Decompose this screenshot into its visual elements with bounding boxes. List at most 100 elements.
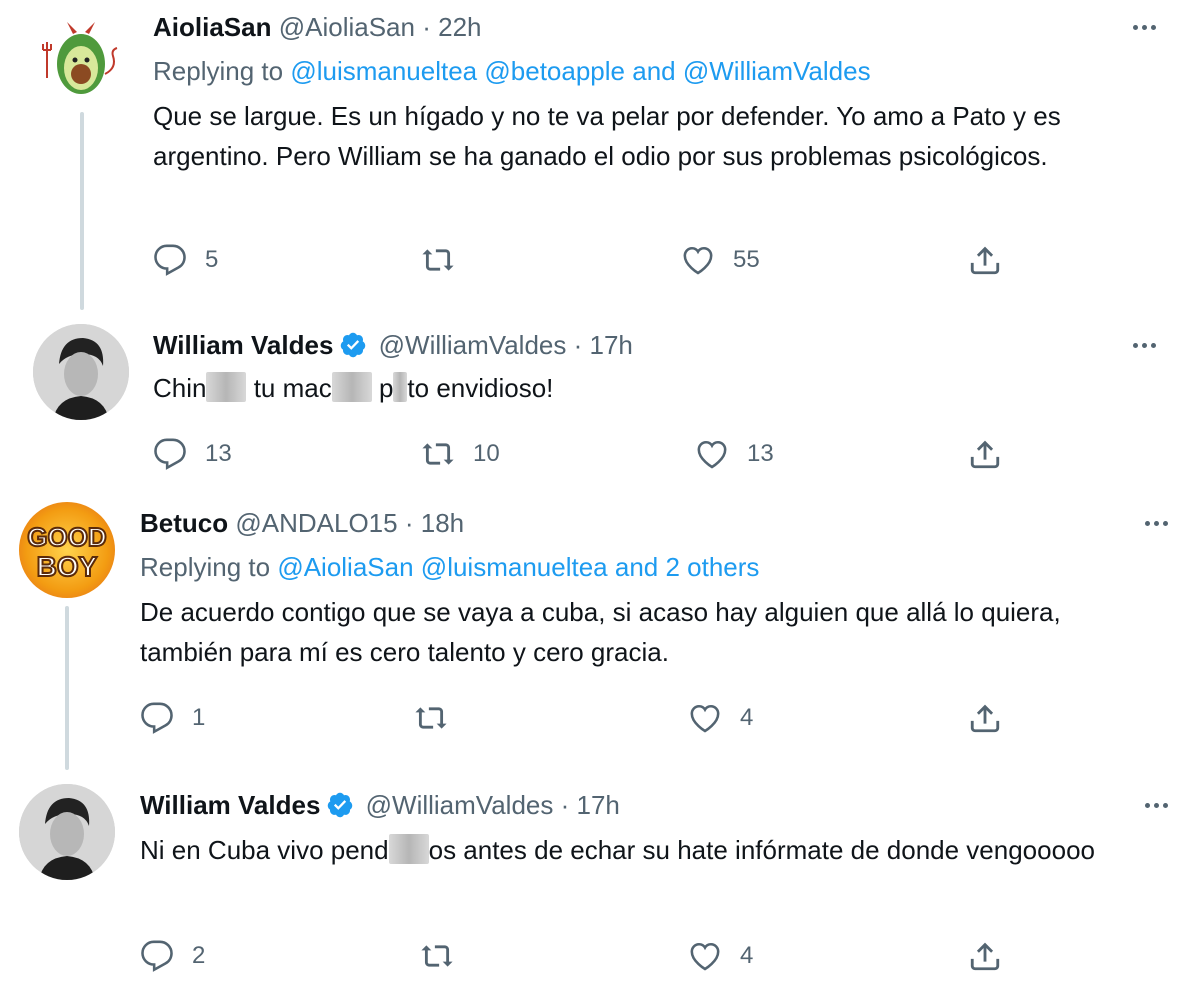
text-segment: to envidioso! xyxy=(407,373,554,403)
tweet-header: AioliaSan @AioliaSan · 22h xyxy=(153,12,482,42)
reply-button[interactable]: 2 xyxy=(140,936,205,976)
handle[interactable]: @WilliamValdes xyxy=(366,790,554,820)
heart-icon xyxy=(690,942,720,971)
profile-photo xyxy=(19,784,115,880)
tweet-header: William Valdes @WilliamValdes · 17h xyxy=(153,330,633,360)
handle[interactable]: @AioliaSan xyxy=(279,12,415,42)
reply-icon xyxy=(141,702,173,734)
more-options-icon[interactable] xyxy=(1136,790,1176,820)
tweet-aioliasan[interactable]: AioliaSan @AioliaSan · 22h Replying to @… xyxy=(0,0,1196,310)
separator-dot: · xyxy=(404,508,414,538)
more-options-icon[interactable] xyxy=(1124,12,1164,42)
retweet-button[interactable] xyxy=(414,698,466,738)
replying-to: Replying to @luismanueltea @betoapple an… xyxy=(153,56,871,86)
share-button[interactable] xyxy=(968,698,1002,738)
timestamp[interactable]: 17h xyxy=(577,790,620,820)
separator-dot: · xyxy=(422,12,431,42)
mention-link[interactable]: @luismanueltea xyxy=(421,552,608,582)
like-count: 13 xyxy=(747,440,774,467)
share-icon xyxy=(970,942,1000,971)
tweet-william-valdes[interactable]: William Valdes @WilliamValdes · 17h Chin… xyxy=(0,310,1196,490)
replying-to-label: Replying to xyxy=(153,56,284,86)
censored-blur xyxy=(393,372,408,402)
retweet-icon xyxy=(422,443,454,465)
text-segment: os antes de echar su hate infórmate de d… xyxy=(428,835,1095,865)
reply-count: 5 xyxy=(205,246,219,273)
display-name[interactable]: Betuco xyxy=(140,508,228,538)
reply-button[interactable]: 13 xyxy=(153,434,232,474)
action-bar: 5 55 xyxy=(153,240,1013,280)
like-count: 4 xyxy=(740,704,754,731)
verified-badge-icon xyxy=(328,792,353,818)
share-button[interactable] xyxy=(968,434,1002,474)
like-count: 4 xyxy=(740,942,754,969)
heart-icon xyxy=(697,440,727,469)
tweet-text: De acuerdo contigo que se vaya a cuba, s… xyxy=(140,597,1061,667)
svg-text:GOOD: GOOD xyxy=(27,522,106,552)
share-button[interactable] xyxy=(968,936,1002,976)
mention-link[interactable]: @AioliaSan xyxy=(277,552,413,582)
and-label: and xyxy=(614,552,659,582)
timestamp[interactable]: 17h xyxy=(590,330,633,360)
retweet-icon xyxy=(415,707,447,729)
avatar[interactable] xyxy=(19,784,115,880)
tweet-header: William Valdes @WilliamValdes · 17h xyxy=(140,790,620,820)
share-icon xyxy=(970,704,1000,733)
separator-dot: · xyxy=(560,790,570,820)
retweet-button[interactable] xyxy=(420,936,472,976)
avatar[interactable] xyxy=(33,324,129,420)
reply-count: 13 xyxy=(205,440,232,467)
mention-link[interactable]: @luismanueltea xyxy=(290,56,477,86)
thread-line xyxy=(65,606,69,770)
more-options-icon[interactable] xyxy=(1136,508,1176,538)
more-options-icon[interactable] xyxy=(1124,330,1164,360)
retweet-button[interactable]: 10 xyxy=(421,434,500,474)
handle[interactable]: @WilliamValdes xyxy=(379,330,567,360)
share-button[interactable] xyxy=(968,240,1002,280)
avatar[interactable]: GOOD BOY xyxy=(19,502,115,598)
avocado-devil-icon xyxy=(42,22,118,94)
like-button[interactable]: 4 xyxy=(688,936,753,976)
tweet-text: Chin tu mac p to envidioso! xyxy=(153,368,1163,408)
reply-button[interactable]: 1 xyxy=(140,698,205,738)
retweet-button[interactable] xyxy=(421,240,473,280)
mention-link[interactable]: @betoapple xyxy=(484,56,625,86)
action-bar: 13 10 13 xyxy=(153,434,1013,474)
tweet-header: Betuco @ANDALO15 · 18h xyxy=(140,508,464,538)
tweet-william-valdes-2[interactable]: William Valdes @WilliamValdes · 17h Ni e… xyxy=(0,770,1196,987)
tweet-betuco[interactable]: GOOD BOY Betuco @ANDALO15 · 18h Replying… xyxy=(0,490,1196,770)
text-segment: Chin xyxy=(153,373,207,403)
verified-badge-icon xyxy=(341,332,366,358)
text-segment: p xyxy=(371,373,394,403)
text-segment: tu mac xyxy=(246,373,332,403)
avatar[interactable] xyxy=(33,8,129,104)
heart-icon xyxy=(690,704,720,733)
share-icon xyxy=(970,440,1000,469)
like-count: 55 xyxy=(733,246,760,273)
mention-link[interactable]: @WilliamValdes xyxy=(683,56,871,86)
display-name[interactable]: William Valdes xyxy=(153,330,333,360)
timestamp[interactable]: 18h xyxy=(421,508,464,538)
like-button[interactable]: 13 xyxy=(695,434,774,474)
retweet-icon xyxy=(421,945,453,967)
timestamp[interactable]: 22h xyxy=(438,12,481,42)
display-name[interactable]: AioliaSan xyxy=(153,12,271,42)
replying-to-label: Replying to xyxy=(140,552,271,582)
like-button[interactable]: 4 xyxy=(688,698,753,738)
tweet-text: Que se largue. Es un hígado y no te va p… xyxy=(153,101,1061,171)
display-name[interactable]: William Valdes xyxy=(140,790,320,820)
thread-line xyxy=(80,112,84,310)
reply-icon xyxy=(141,940,173,972)
reply-count: 1 xyxy=(192,704,206,731)
tweet-text: Ni en Cuba vivo pend os antes de echar su… xyxy=(140,830,1160,870)
reply-button[interactable]: 5 xyxy=(153,240,218,280)
censored-blur xyxy=(331,372,372,402)
handle[interactable]: @ANDALO15 xyxy=(235,508,397,538)
like-button[interactable]: 55 xyxy=(681,240,760,280)
reply-icon xyxy=(154,244,186,276)
heart-icon xyxy=(683,246,713,275)
censored-blur xyxy=(388,834,429,864)
action-bar: 2 4 xyxy=(140,936,1010,976)
others-link[interactable]: 2 others xyxy=(665,552,759,582)
text-segment: Ni en Cuba vivo pend xyxy=(140,835,389,865)
